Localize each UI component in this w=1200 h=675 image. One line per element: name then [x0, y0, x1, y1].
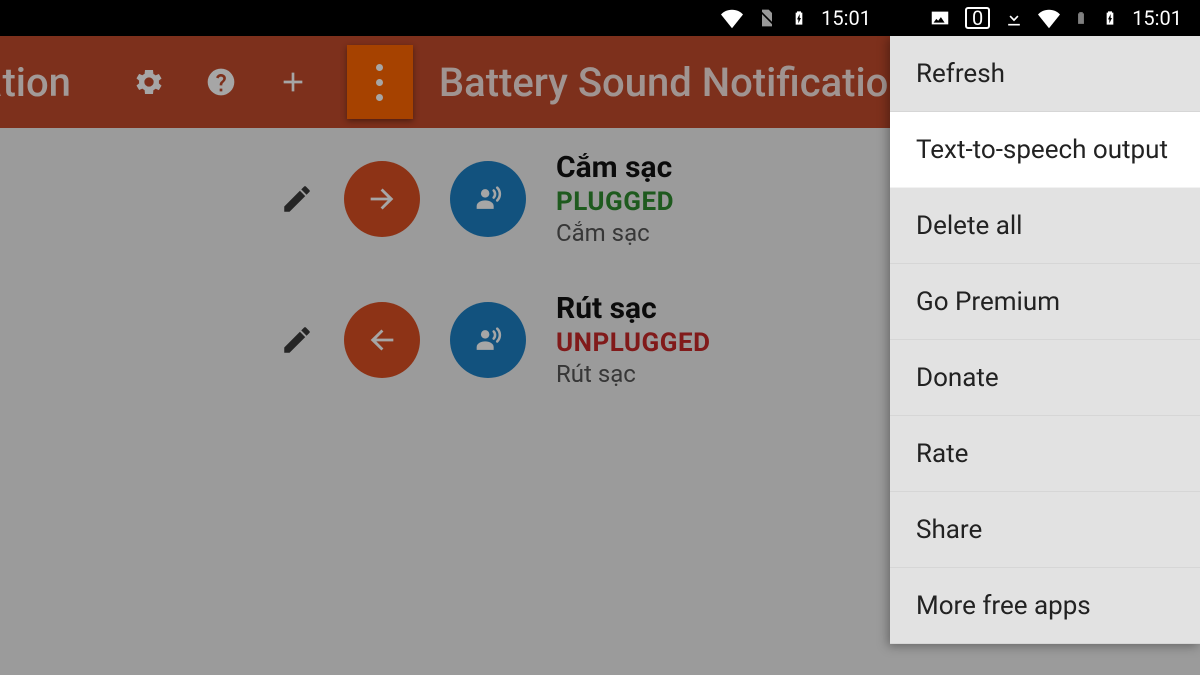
- more-vert-icon: [376, 64, 383, 101]
- menu-share[interactable]: Share: [890, 492, 1200, 568]
- menu-tts[interactable]: Text-to-speech output: [890, 112, 1200, 188]
- download-icon: [1004, 8, 1024, 28]
- menu-more-apps[interactable]: More free apps: [890, 568, 1200, 644]
- help-icon[interactable]: [203, 64, 239, 100]
- overflow-menu: RefreshText-to-speech outputDelete allGo…: [890, 36, 1200, 644]
- edit-icon[interactable]: [280, 182, 314, 216]
- status-time: 15:01: [821, 6, 871, 30]
- tts-icon[interactable]: [450, 161, 526, 237]
- status-bar: 15:01 0 15:01: [0, 0, 1200, 36]
- list-item-status: PLUGGED: [556, 187, 674, 217]
- add-icon[interactable]: [275, 64, 311, 100]
- overflow-menu-button[interactable]: [347, 45, 413, 119]
- image-icon: [929, 7, 951, 29]
- edit-icon[interactable]: [280, 323, 314, 357]
- menu-refresh[interactable]: Refresh: [890, 36, 1200, 112]
- battery-charging-icon: [791, 7, 807, 29]
- app-title-left: cation: [0, 59, 71, 106]
- list-item-text: Rút sạcUNPLUGGEDRút sạc: [556, 291, 711, 388]
- menu-premium[interactable]: Go Premium: [890, 264, 1200, 340]
- list-item-title: Cắm sạc: [556, 150, 674, 185]
- wifi-icon: [721, 7, 743, 29]
- menu-rate[interactable]: Rate: [890, 416, 1200, 492]
- battery-icon-2: [1074, 8, 1088, 28]
- list-item-title: Rút sạc: [556, 291, 711, 326]
- menu-delete-all[interactable]: Delete all: [890, 188, 1200, 264]
- no-sim-icon: [757, 8, 777, 28]
- battery-charging-icon-2: [1102, 7, 1118, 29]
- list-item-status: UNPLUGGED: [556, 328, 711, 358]
- settings-icon[interactable]: [131, 64, 167, 100]
- list-item-text: Cắm sạcPLUGGEDCắm sạc: [556, 150, 674, 247]
- tts-icon[interactable]: [450, 302, 526, 378]
- menu-donate[interactable]: Donate: [890, 340, 1200, 416]
- list-item-subtitle: Rút sạc: [556, 360, 711, 388]
- list-item-subtitle: Cắm sạc: [556, 219, 674, 247]
- arrow-right-button[interactable]: [344, 161, 420, 237]
- status-time-2: 15:01: [1132, 6, 1182, 30]
- arrow-left-button[interactable]: [344, 302, 420, 378]
- app-title: Battery Sound Notification: [439, 59, 911, 106]
- wifi-icon-2: [1038, 7, 1060, 29]
- status-battery-level: 0: [965, 7, 990, 29]
